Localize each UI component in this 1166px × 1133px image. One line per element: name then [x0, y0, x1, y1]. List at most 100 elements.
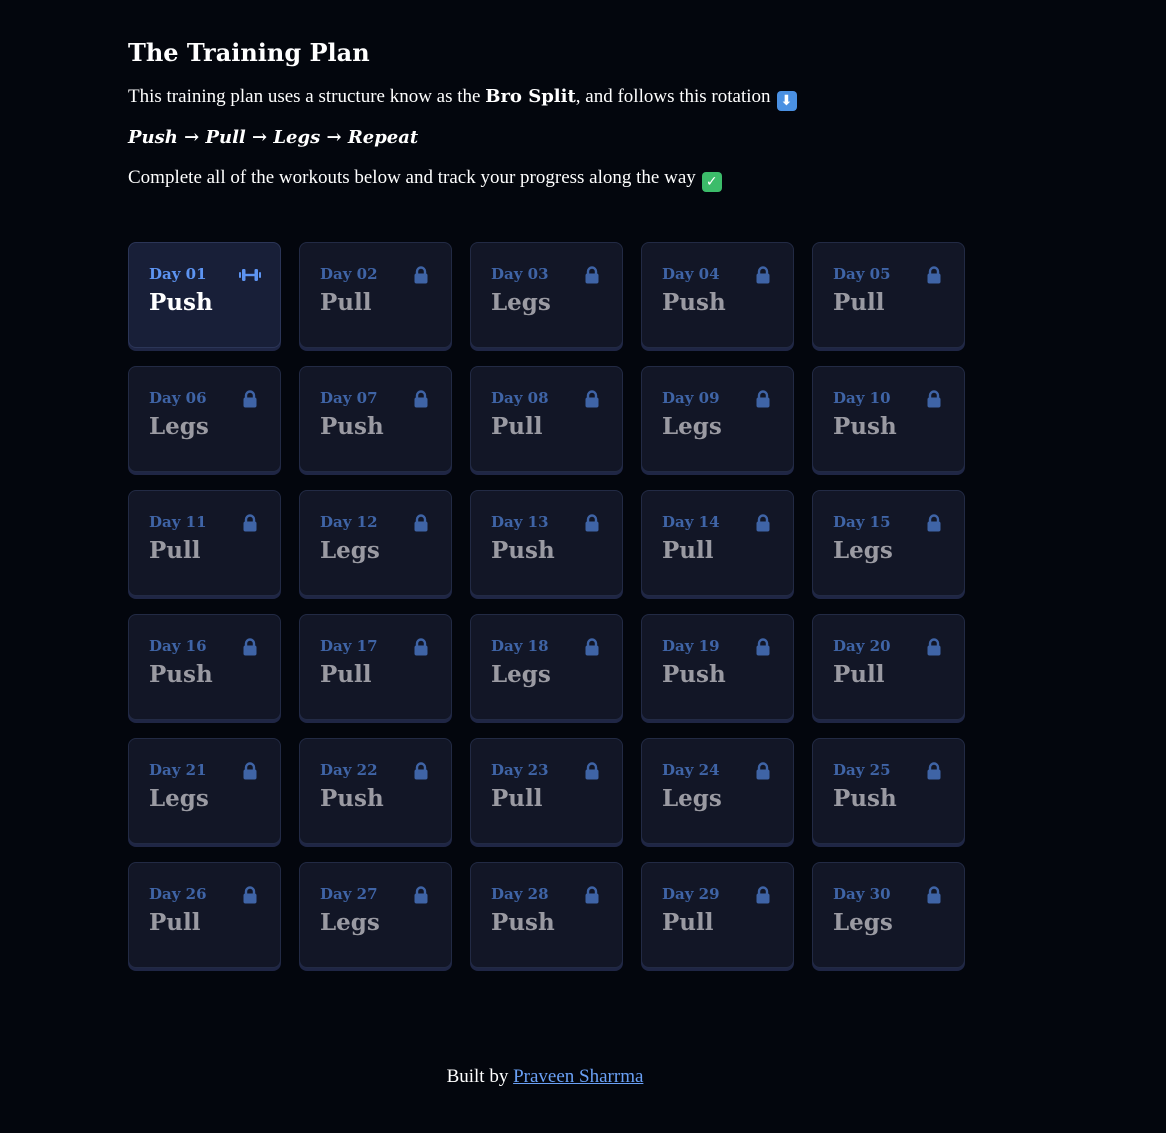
lock-icon — [924, 637, 944, 657]
lock-icon — [924, 761, 944, 781]
checkmark-icon: ✓ — [701, 172, 722, 192]
day-card[interactable]: Day 05 Pull — [812, 242, 965, 348]
day-card[interactable]: Day 18 Legs — [470, 614, 623, 720]
day-card[interactable]: Day 11 Pull — [128, 490, 281, 596]
footer-prefix: Built by — [446, 1066, 514, 1087]
lock-icon — [924, 389, 944, 409]
workout-type: Push — [491, 909, 555, 936]
workout-type: Pull — [833, 661, 885, 688]
progress-text: Complete all of the workouts below and t… — [128, 165, 1028, 192]
day-card[interactable]: Day 23 Pull — [470, 738, 623, 844]
lock-icon — [411, 513, 431, 533]
lock-icon — [240, 637, 260, 657]
workout-type: Legs — [833, 909, 893, 936]
lock-icon — [582, 637, 602, 657]
day-card[interactable]: Day 02 Pull — [299, 242, 452, 348]
day-card[interactable]: Day 29 Pull — [641, 862, 794, 968]
lock-icon — [411, 885, 431, 905]
lock-icon — [753, 265, 773, 285]
day-card[interactable]: Day 07 Push — [299, 366, 452, 472]
workout-grid: Day 01 Push Day 02 Pull Day 03 Legs Day 04 Push… — [128, 242, 965, 968]
day-card[interactable]: Day 16 Push — [128, 614, 281, 720]
intro-section: The Training Plan This training plan use… — [128, 36, 1028, 206]
lock-icon — [240, 389, 260, 409]
workout-type: Legs — [149, 785, 209, 812]
day-card[interactable]: Day 13 Push — [470, 490, 623, 596]
page-title: The Training Plan — [128, 38, 370, 67]
day-card[interactable]: Day 06 Legs — [128, 366, 281, 472]
day-card[interactable]: Day 03 Legs — [470, 242, 623, 348]
down-arrow-icon: ⬇ — [776, 91, 797, 111]
day-card[interactable]: Day 25 Push — [812, 738, 965, 844]
lock-icon — [582, 513, 602, 533]
workout-type: Legs — [320, 537, 380, 564]
rotation-text: Push → Pull → Legs → Repeat — [128, 127, 419, 148]
workout-type: Pull — [491, 413, 543, 440]
lock-icon — [411, 637, 431, 657]
workout-type: Pull — [491, 785, 543, 812]
workout-type: Pull — [320, 289, 372, 316]
progress-label: Complete all of the workouts below and t… — [128, 167, 696, 188]
workout-type: Push — [662, 289, 726, 316]
lock-icon — [411, 761, 431, 781]
workout-type: Push — [149, 289, 213, 316]
lock-icon — [753, 389, 773, 409]
day-card[interactable]: Day 27 Legs — [299, 862, 452, 968]
workout-type: Legs — [491, 661, 551, 688]
workout-type: Pull — [149, 909, 201, 936]
day-card[interactable]: Day 30 Legs — [812, 862, 965, 968]
day-card[interactable]: Day 01 Push — [128, 242, 281, 348]
workout-type: Push — [320, 785, 384, 812]
workout-type: Push — [149, 661, 213, 688]
intro-text: This training plan uses a structure know… — [128, 84, 1028, 111]
day-card[interactable]: Day 04 Push — [641, 242, 794, 348]
lock-icon — [240, 761, 260, 781]
footer: Built by Praveen Sharrma — [0, 1066, 1090, 1088]
day-card[interactable]: Day 10 Push — [812, 366, 965, 472]
workout-type: Push — [662, 661, 726, 688]
workout-type: Legs — [662, 785, 722, 812]
lock-icon — [924, 513, 944, 533]
lock-icon — [924, 885, 944, 905]
lock-icon — [582, 761, 602, 781]
lock-icon — [753, 513, 773, 533]
lock-icon — [411, 389, 431, 409]
day-card[interactable]: Day 09 Legs — [641, 366, 794, 472]
workout-type: Legs — [833, 537, 893, 564]
day-card[interactable]: Day 26 Pull — [128, 862, 281, 968]
dumbbell-icon — [238, 265, 262, 285]
lock-icon — [582, 265, 602, 285]
day-card[interactable]: Day 19 Push — [641, 614, 794, 720]
workout-type: Legs — [662, 413, 722, 440]
day-card[interactable]: Day 12 Legs — [299, 490, 452, 596]
intro-prefix: This training plan uses a structure know… — [128, 86, 486, 107]
day-card[interactable]: Day 28 Push — [470, 862, 623, 968]
day-card[interactable]: Day 24 Legs — [641, 738, 794, 844]
intro-suffix: , and follows this rotation — [575, 86, 771, 107]
workout-type: Pull — [662, 909, 714, 936]
lock-icon — [753, 761, 773, 781]
author-link[interactable]: Praveen Sharrma — [513, 1066, 643, 1087]
lock-icon — [411, 265, 431, 285]
workout-type: Push — [833, 413, 897, 440]
workout-type: Pull — [149, 537, 201, 564]
day-card[interactable]: Day 15 Legs — [812, 490, 965, 596]
day-card[interactable]: Day 17 Pull — [299, 614, 452, 720]
day-card[interactable]: Day 20 Pull — [812, 614, 965, 720]
lock-icon — [582, 389, 602, 409]
workout-type: Pull — [662, 537, 714, 564]
workout-type: Push — [833, 785, 897, 812]
day-card[interactable]: Day 08 Pull — [470, 366, 623, 472]
workout-type: Legs — [320, 909, 380, 936]
workout-type: Pull — [320, 661, 372, 688]
split-name: Bro Split — [485, 86, 576, 107]
day-card[interactable]: Day 14 Pull — [641, 490, 794, 596]
lock-icon — [240, 885, 260, 905]
day-card[interactable]: Day 21 Legs — [128, 738, 281, 844]
workout-type: Push — [320, 413, 384, 440]
day-card[interactable]: Day 22 Push — [299, 738, 452, 844]
lock-icon — [582, 885, 602, 905]
workout-type: Push — [491, 537, 555, 564]
workout-type: Legs — [491, 289, 551, 316]
lock-icon — [924, 265, 944, 285]
